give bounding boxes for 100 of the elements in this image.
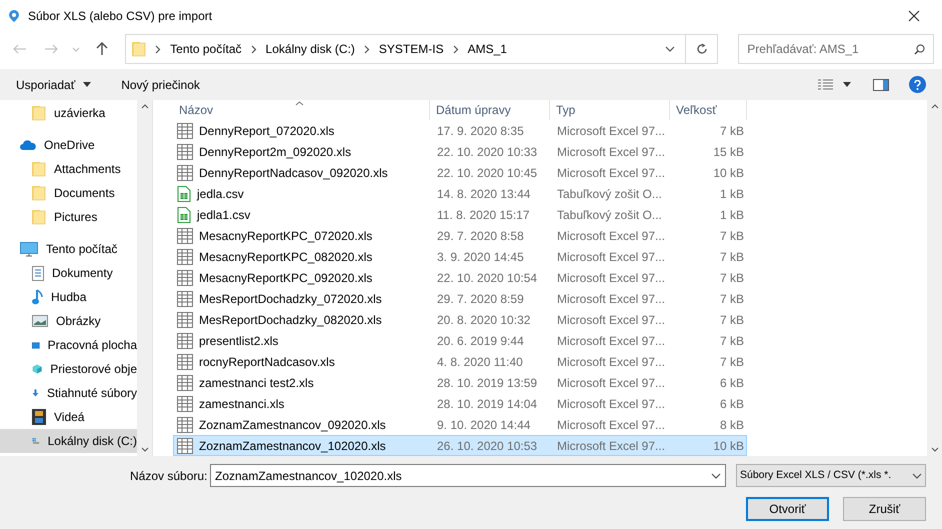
folder-icon	[32, 161, 46, 177]
file-name: rocnyReportNadcasov.xls	[199, 354, 335, 370]
date-cell-text: 20. 6. 2019 9:44	[436, 332, 525, 350]
size-cell-text: 15 kB	[712, 144, 744, 160]
new-folder-button[interactable]: Nový priečinok	[121, 76, 200, 94]
file-type-dropdown[interactable]: Súbory Excel XLS / CSV (*.xls *.	[736, 464, 926, 487]
file-row[interactable]: jedla1.csv 11. 8. 2020 15:17 Tabuľkový zošit O... 1 kB	[173, 204, 747, 225]
sidebar-item[interactable]: Tento počítač	[0, 237, 137, 261]
file-name: zamestnanci.xls	[199, 396, 284, 412]
sidebar-item[interactable]: Hudba	[0, 285, 137, 309]
help-button[interactable]	[909, 76, 926, 93]
search-box[interactable]: Prehľadávať: AMS_1	[738, 34, 934, 64]
file-name: ZoznamZamestnancov_092020.xls	[199, 416, 386, 434]
file-name: MesacnyReportKPC_082020.xls	[199, 248, 372, 266]
sidebar-item[interactable]: Pictures	[0, 205, 137, 229]
table-icon	[177, 228, 193, 244]
file-row[interactable]: MesacnyReportKPC_092020.xls 22. 10. 2020 10:54 Microsoft Excel 97... 7 kB	[173, 267, 747, 288]
table-icon	[177, 332, 193, 348]
caret-icon	[843, 82, 851, 87]
cloud-icon	[20, 140, 36, 150]
file-row[interactable]: presentlist2.xls 20. 6. 2019 9:44 Microsoft Excel 97... 7 kB	[173, 330, 747, 351]
file-row[interactable]: DennyReport_072020.xls 17. 9. 2020 8:35 Microsoft Excel 97... 7 kB	[173, 120, 747, 141]
type-cell-text: Tabuľkový zošit O...	[556, 186, 663, 202]
size-cell-text: 6 kB	[718, 374, 744, 392]
column-header[interactable]: Typ	[550, 100, 670, 120]
dialog-button[interactable]: Otvoriť	[746, 497, 829, 521]
file-row[interactable]: rocnyReportNadcasov.xls 4. 8. 2020 11:40 Microsoft Excel 97... 7 kB	[173, 351, 747, 372]
close-icon	[908, 10, 920, 22]
sidebar-item[interactable]: Pracovná plocha	[0, 333, 137, 357]
file-row[interactable]: DennyReportNadcasov_092020.xls 22. 10. 2020 10:45 Microsoft Excel 97... 10 kB	[173, 162, 747, 183]
organize-button[interactable]: Usporiadať	[16, 76, 92, 94]
file-row[interactable]: MesReportDochadzky_082020.xls 20. 8. 2020 10:32 Microsoft Excel 97... 7 kB	[173, 309, 747, 330]
table-icon	[177, 416, 193, 432]
size-cell-text: 7 kB	[718, 270, 744, 286]
question-mark-icon	[914, 80, 921, 90]
file-row[interactable]: ZoznamZamestnancov_102020.xls 26. 10. 2020 10:53 Microsoft Excel 97... 10 kB	[173, 435, 747, 456]
file-row[interactable]: MesacnyReportKPC_082020.xls 3. 9. 2020 14:45 Microsoft Excel 97... 7 kB	[173, 246, 747, 267]
file-row[interactable]: DennyReport2m_092020.xls 22. 10. 2020 10:33 Microsoft Excel 97... 15 kB	[173, 141, 747, 162]
column-header[interactable]: Veľkosť	[670, 100, 747, 120]
breadcrumb-segment[interactable]: Lokálny disk (C:)	[266, 40, 355, 58]
spreadsheet-icon	[177, 206, 191, 222]
folder-icon	[32, 185, 46, 201]
date-cell-text: 14. 8. 2020 13:44	[436, 186, 532, 202]
chevron-down-icon	[140, 447, 148, 452]
date-cell-text: 29. 7. 2020 8:59	[436, 290, 525, 308]
file-name-field[interactable]: ZoznamZamestnancov_102020.xls	[215, 466, 711, 484]
sidebar-item[interactable]: Obrázky	[0, 309, 137, 333]
table-icon	[177, 290, 193, 306]
type-cell-text: Microsoft Excel 97...	[556, 396, 666, 412]
date-cell-text: 4. 8. 2020 11:40	[436, 354, 524, 370]
size-cell-text: 7 kB	[718, 354, 744, 370]
type-cell-text: Microsoft Excel 97...	[556, 228, 666, 244]
details-view-icon	[818, 78, 833, 90]
type-cell-text: Microsoft Excel 97...	[556, 164, 666, 182]
view-options-button[interactable]	[818, 78, 851, 90]
sidebar-item[interactable]: Attachments	[0, 157, 137, 181]
file-row[interactable]: zamestnanci.xls 28. 10. 2019 14:04 Microsoft Excel 97... 6 kB	[173, 393, 747, 414]
breadcrumb-segment[interactable]: SYSTEM-IS	[378, 40, 444, 58]
dialog-button[interactable]: Zrušiť	[843, 497, 926, 521]
type-cell-text: Microsoft Excel 97...	[556, 270, 666, 286]
file-row[interactable]: jedla.csv 14. 8. 2020 13:44 Tabuľkový zošit O... 1 kB	[173, 183, 747, 204]
folder-icon	[132, 41, 146, 57]
file-row[interactable]: ZoznamZamestnancov_092020.xls 9. 10. 2020 14:44 Microsoft Excel 97... 8 kB	[173, 414, 747, 435]
file-name: DennyReport_072020.xls	[199, 122, 334, 140]
sidebar-item[interactable]: Priestorové obje	[0, 357, 137, 381]
sidebar-item[interactable]: Lokálny disk (C:)	[0, 429, 137, 453]
size-cell-text: 6 kB	[718, 396, 744, 412]
file-row[interactable]: MesReportDochadzky_072020.xls 29. 7. 2020 8:59 Microsoft Excel 97... 7 kB	[173, 288, 747, 309]
preview-pane-button[interactable]	[873, 78, 889, 90]
file-name: zamestnanci test2.xls	[199, 374, 314, 392]
type-cell-text: Microsoft Excel 97...	[556, 248, 666, 266]
spreadsheet-icon	[177, 186, 191, 202]
search-icon	[914, 44, 926, 54]
column-header[interactable]: Názov	[173, 100, 430, 120]
folder-icon	[32, 105, 46, 121]
address-bar[interactable]: Tento počítač Lokálny disk (C:) SYSTEM-IS AMS_1	[125, 34, 718, 64]
sidebar-item[interactable]: OneDrive	[0, 133, 137, 157]
breadcrumb-segment[interactable]: Tento počítač	[170, 40, 242, 58]
file-row[interactable]: MesacnyReportKPC_072020.xls 29. 7. 2020 8:58 Microsoft Excel 97... 7 kB	[173, 225, 747, 246]
search-field[interactable]: Prehľadávať: AMS_1	[747, 40, 914, 58]
table-icon	[177, 354, 193, 370]
breadcrumb-segment[interactable]: AMS_1	[468, 40, 507, 58]
file-row[interactable]: zamestnanci test2.xls 28. 10. 2019 13:59 Microsoft Excel 97... 6 kB	[173, 372, 747, 393]
sidebar-item[interactable]: Documents	[0, 181, 137, 205]
date-cell-text: 9. 10. 2020 14:44	[436, 416, 532, 434]
file-name: MesReportDochadzky_082020.xls	[199, 312, 382, 328]
date-cell-text: 28. 10. 2019 13:59	[436, 374, 538, 392]
sidebar-item[interactable]: Videá	[0, 405, 137, 429]
sidebar-item[interactable]: uzávierka	[0, 101, 137, 125]
chevron-down-icon	[930, 447, 938, 452]
file-name: ZoznamZamestnancov_102020.xls	[199, 438, 386, 454]
table-icon	[177, 374, 193, 390]
sidebar-item[interactable]: Stiahnuté súbory	[0, 381, 137, 405]
chevron-up-icon	[140, 104, 148, 109]
column-header[interactable]: Dátum úpravy	[430, 100, 550, 120]
sidebar-item[interactable]: Dokumenty	[0, 261, 137, 285]
table-icon	[177, 438, 193, 454]
file-name-combobox[interactable]: ZoznamZamestnancov_102020.xls	[210, 464, 726, 487]
size-cell-text: 1 kB	[718, 186, 744, 202]
size-cell-text: 7 kB	[718, 122, 744, 140]
